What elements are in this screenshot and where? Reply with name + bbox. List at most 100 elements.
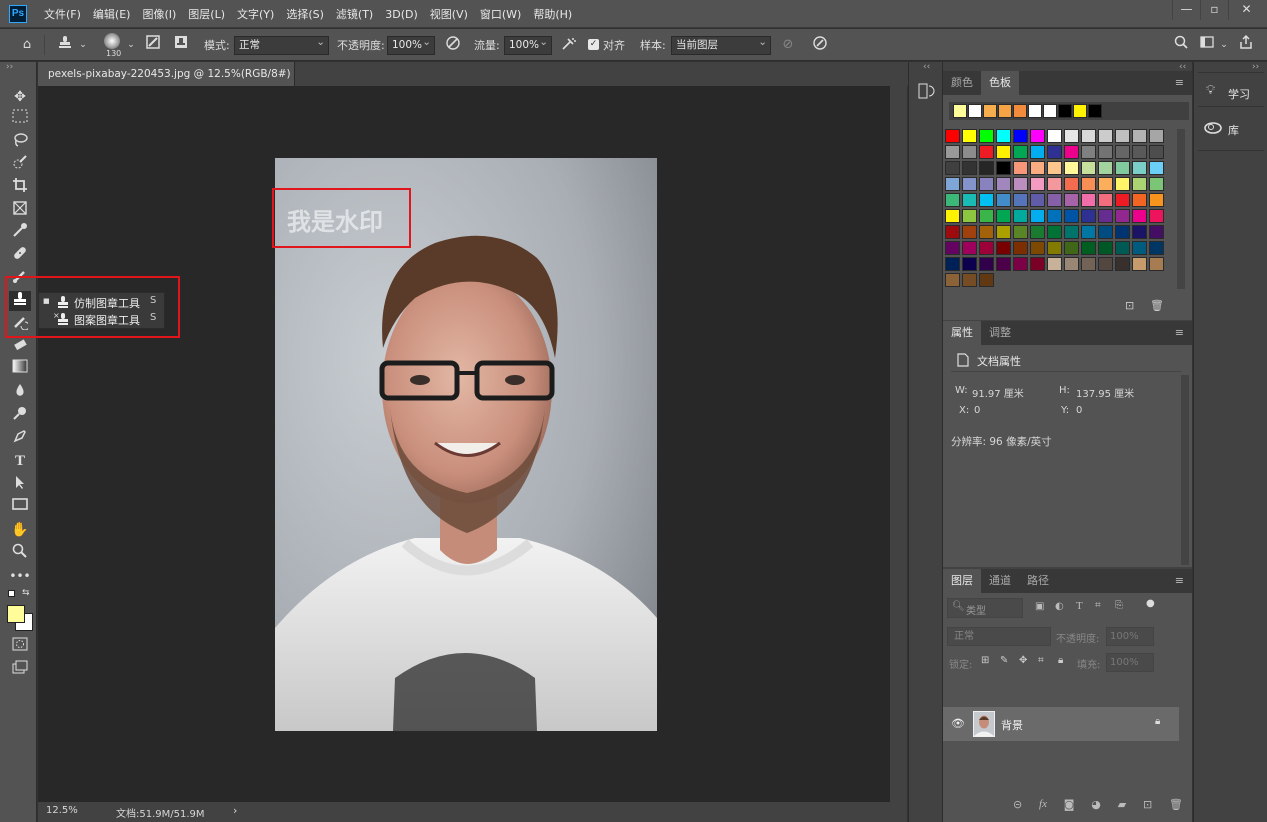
eyedropper-tool-icon[interactable]: [9, 222, 31, 242]
recent-swatch[interactable]: [1073, 104, 1087, 118]
swatch[interactable]: [996, 209, 1011, 223]
chevron-down-icon[interactable]: ⌄: [74, 35, 92, 55]
swatch[interactable]: [1098, 193, 1113, 207]
swatch[interactable]: [1081, 193, 1096, 207]
swatch[interactable]: [1081, 257, 1096, 271]
swatch[interactable]: [1149, 193, 1164, 207]
swatch[interactable]: [1030, 225, 1045, 239]
swatch[interactable]: [1047, 193, 1062, 207]
swatch[interactable]: [962, 177, 977, 191]
swatch[interactable]: [1047, 241, 1062, 255]
clone-source-icon[interactable]: [172, 35, 190, 55]
swatch[interactable]: [945, 129, 960, 143]
fx-icon[interactable]: fx: [1039, 798, 1047, 818]
move-tool-icon[interactable]: ✥: [9, 87, 31, 107]
link-layers-icon[interactable]: ⊝: [1013, 798, 1022, 818]
status-menu-icon[interactable]: ›: [233, 804, 237, 817]
rectangle-tool-icon[interactable]: [9, 497, 31, 517]
swatch[interactable]: [1030, 161, 1045, 175]
tab-swatches[interactable]: 色板: [981, 71, 1019, 95]
swatch[interactable]: [1081, 225, 1096, 239]
collapse-toolbar-icon[interactable]: ››: [6, 62, 13, 72]
swatch[interactable]: [945, 241, 960, 255]
more-tools-icon[interactable]: •••: [9, 566, 31, 586]
blur-tool-icon[interactable]: [9, 382, 31, 402]
swatch[interactable]: [1098, 241, 1113, 255]
search-icon[interactable]: [1172, 35, 1190, 55]
swatch[interactable]: [1030, 209, 1045, 223]
swatch[interactable]: [979, 225, 994, 239]
swatch[interactable]: [1047, 129, 1062, 143]
swatch[interactable]: [1149, 257, 1164, 271]
recent-swatch[interactable]: [953, 104, 967, 118]
swatch[interactable]: [1115, 241, 1130, 255]
swatch[interactable]: [1013, 177, 1028, 191]
filter-toggle-icon[interactable]: ●: [1146, 598, 1155, 609]
y-value[interactable]: 0: [1076, 405, 1082, 416]
swatch[interactable]: [1064, 177, 1079, 191]
swatch[interactable]: [1149, 177, 1164, 191]
lock-all-icon[interactable]: 🔒︎: [1058, 655, 1063, 666]
swatch[interactable]: [962, 145, 977, 159]
lasso-tool-icon[interactable]: [9, 132, 31, 152]
swatch[interactable]: [1149, 209, 1164, 223]
swatch[interactable]: [979, 241, 994, 255]
menu-item[interactable]: 选择(S): [286, 6, 324, 22]
swatch[interactable]: [1132, 209, 1147, 223]
dodge-tool-icon[interactable]: [9, 405, 31, 425]
recent-swatch[interactable]: [1058, 104, 1072, 118]
swatch[interactable]: [1047, 209, 1062, 223]
swatch[interactable]: [1132, 257, 1147, 271]
zoom-level[interactable]: 12.5%: [46, 805, 78, 816]
swatch[interactable]: [1115, 177, 1130, 191]
foreground-color-swatch[interactable]: [7, 605, 25, 623]
sample-select[interactable]: 当前图层: [671, 34, 771, 55]
swatch[interactable]: [996, 241, 1011, 255]
tab-properties[interactable]: 属性: [943, 321, 981, 345]
recent-swatch[interactable]: [983, 104, 997, 118]
swatch[interactable]: [962, 241, 977, 255]
swatch[interactable]: [979, 257, 994, 271]
collapse-right-dock-icon[interactable]: ››: [1252, 62, 1259, 72]
swatch[interactable]: [1064, 257, 1079, 271]
menu-item[interactable]: 编辑(E): [93, 6, 131, 22]
menu-item[interactable]: 图层(L): [188, 6, 225, 22]
swatch[interactable]: [1081, 145, 1096, 159]
swatch[interactable]: [1132, 145, 1147, 159]
swatch[interactable]: [1098, 257, 1113, 271]
learn-button[interactable]: 💡︎ 学习: [1204, 83, 1264, 103]
workspace-chevron-icon[interactable]: ⌄: [1215, 35, 1233, 55]
lock-transparent-icon[interactable]: ⊞: [981, 655, 989, 666]
screen-mode-icon[interactable]: [9, 660, 31, 680]
visibility-eye-icon[interactable]: 👁︎: [951, 717, 965, 730]
swatch[interactable]: [1098, 145, 1113, 159]
tab-color[interactable]: 颜色: [943, 71, 981, 95]
swatch[interactable]: [1149, 161, 1164, 175]
home-icon[interactable]: ⌂: [18, 35, 36, 55]
swatch[interactable]: [1030, 129, 1045, 143]
delete-layer-icon[interactable]: 🗑: [1169, 798, 1183, 818]
pen-tool-icon[interactable]: [9, 428, 31, 448]
menu-item[interactable]: 文字(Y): [237, 6, 274, 22]
swatch[interactable]: [1149, 225, 1164, 239]
ignore-adjustment-icon[interactable]: ⊘: [779, 35, 797, 55]
mode-select[interactable]: 正常: [234, 34, 329, 55]
swatch[interactable]: [996, 225, 1011, 239]
swatch[interactable]: [1115, 145, 1130, 159]
brush-preview-icon[interactable]: [104, 33, 120, 49]
lock-pixels-icon[interactable]: ✎: [1000, 655, 1008, 666]
default-colors-icon[interactable]: [8, 590, 15, 597]
swatch[interactable]: [1030, 257, 1045, 271]
new-group-icon[interactable]: ▰: [1118, 798, 1126, 818]
menu-item[interactable]: 视图(V): [430, 6, 468, 22]
menu-item[interactable]: 窗口(W): [480, 6, 521, 22]
swatch[interactable]: [1064, 145, 1079, 159]
eraser-tool-icon[interactable]: [9, 337, 31, 357]
airbrush-icon[interactable]: [560, 35, 578, 55]
swatch[interactable]: [962, 129, 977, 143]
marquee-tool-icon[interactable]: [9, 109, 31, 129]
swatch[interactable]: [979, 129, 994, 143]
swatch[interactable]: [1115, 257, 1130, 271]
swatch[interactable]: [1098, 161, 1113, 175]
swatch[interactable]: [1115, 209, 1130, 223]
